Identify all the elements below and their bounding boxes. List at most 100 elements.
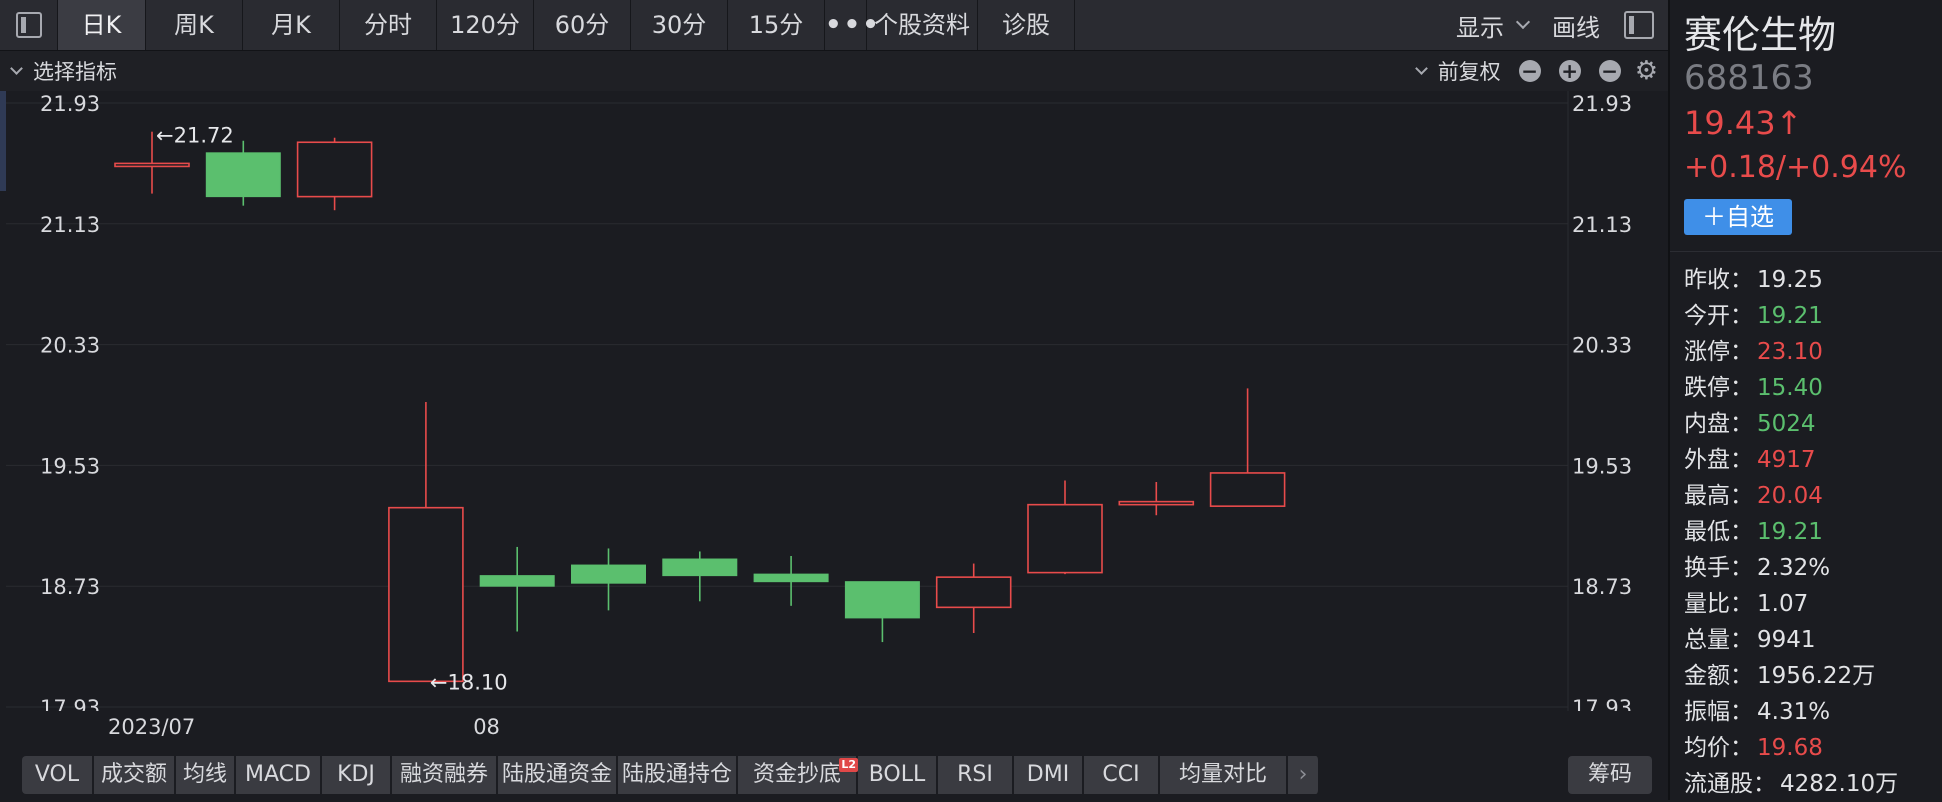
draw-line-button[interactable]: 画线 <box>1552 8 1600 43</box>
zoom-in-icon[interactable]: + <box>1558 60 1581 82</box>
tab-period-7[interactable]: 15分 <box>728 0 825 50</box>
chip-distribution-button[interactable]: 筹码 <box>1568 756 1652 794</box>
quote-label: 涨停： <box>1684 339 1753 365</box>
kline-chart[interactable]: 21.93 21.93 21.13 21.13 20.33 20.33 19.53 19.53… <box>0 91 1668 741</box>
tab-period-6[interactable]: 30分 <box>631 0 728 50</box>
quote-label: 流通股： <box>1684 771 1776 797</box>
quote-value: 15.40 <box>1757 375 1823 401</box>
indicator-select-label: 选择指标 <box>33 60 117 84</box>
quote-value: 23.10 <box>1757 339 1823 365</box>
stock-code: 688163 <box>1684 58 1814 98</box>
quote-label: 金额： <box>1684 663 1753 689</box>
quote-value: 4282.10万 <box>1780 771 1899 797</box>
indicator-tab-9[interactable]: BOLL <box>858 756 938 794</box>
quote-value: 19.68 <box>1757 735 1823 761</box>
quote-label: 跌停： <box>1684 375 1753 401</box>
indicator-tab-11[interactable]: DMI <box>1014 756 1084 794</box>
candle-body-down <box>844 581 920 619</box>
panel-toggle-icon <box>1624 11 1654 39</box>
indicator-tab-8[interactable]: 资金抄底 L2 <box>738 756 858 794</box>
quote-panel: 赛伦生物 688163 19.43↑ +0.18/+0.94% ＋自选 昨收： 1… <box>1668 0 1942 800</box>
zoom-out-icon[interactable]: − <box>1518 60 1541 82</box>
y-tick-label-right: 20.33 <box>1572 334 1632 358</box>
toggle-right-panel-button[interactable] <box>1624 10 1654 40</box>
candle-body-up <box>296 141 373 198</box>
gear-icon[interactable]: ⚙ <box>1635 58 1658 84</box>
quote-label: 振幅： <box>1684 699 1753 725</box>
tab-period-2[interactable]: 月K <box>243 0 340 50</box>
quote-label: 昨收： <box>1684 267 1753 293</box>
indicator-label: MACD <box>245 762 311 787</box>
adjust-dropdown[interactable]: 前复权 <box>1438 56 1501 86</box>
indicator-label: DMI <box>1026 762 1070 787</box>
indicator-tab-5[interactable]: 融资融券 <box>392 756 498 794</box>
indicator-select-dropdown[interactable]: 选择指标 <box>10 51 117 91</box>
quote-label: 最低： <box>1684 519 1753 545</box>
indicator-tab-1[interactable]: 成交额 <box>94 756 176 794</box>
y-tick-label-left: 21.13 <box>40 213 100 237</box>
indicator-next-button[interactable]: › <box>1288 756 1320 794</box>
quote-label: 换手： <box>1684 555 1753 581</box>
x-axis-band <box>0 711 1668 741</box>
divider <box>1670 251 1942 252</box>
indicator-tab-2[interactable]: 均线 <box>176 756 236 794</box>
y-tick-label-left: 19.53 <box>40 454 100 478</box>
indicator-label: VOL <box>34 762 80 787</box>
quote-value: 4917 <box>1757 447 1816 473</box>
tab-period-1[interactable]: 周K <box>146 0 243 50</box>
panel-toggle-icon <box>16 12 42 38</box>
y-tick-label-left: 18.73 <box>40 575 100 599</box>
indicator-tab-6[interactable]: 陆股通资金 <box>498 756 618 794</box>
quote-row: 换手： 2.32% <box>1684 550 1898 586</box>
indicator-tab-13[interactable]: 均量对比 <box>1160 756 1288 794</box>
candle-body-down <box>479 575 555 587</box>
indicator-label: RSI <box>957 762 993 787</box>
indicator-label: BOLL <box>868 762 926 787</box>
indicator-tab-0[interactable]: VOL <box>22 756 94 794</box>
quote-label: 内盘： <box>1684 411 1753 437</box>
chart-controls: 前复权 − + − ⚙ <box>1414 51 1668 91</box>
indicator-tabs: VOL 成交额 均线 MACD KDJ 融资融券 陆股通资金 陆股通持仓 资金抄底 L2 BOLL R… <box>22 756 1320 794</box>
indicator-tab-7[interactable]: 陆股通持仓 <box>618 756 738 794</box>
quote-value: 1956.22万 <box>1757 663 1876 689</box>
quote-row: 振幅： 4.31% <box>1684 694 1898 730</box>
indicator-tab-12[interactable]: CCI <box>1084 756 1160 794</box>
collapse-icon[interactable]: − <box>1598 60 1621 82</box>
chevron-down-icon <box>1515 14 1531 30</box>
l2-badge: L2 <box>839 758 858 772</box>
tab-period-5[interactable]: 60分 <box>534 0 631 50</box>
tab-period-4[interactable]: 120分 <box>437 0 534 50</box>
more-periods-button[interactable]: ••• <box>825 0 879 50</box>
y-tick-label-left: 20.33 <box>40 334 100 358</box>
x-axis-label: 2023/07 <box>108 715 195 739</box>
tab-period-3[interactable]: 分时 <box>340 0 437 50</box>
tab-period-9[interactable]: 个股资料 <box>867 0 978 50</box>
price-annotation: ←18.10 <box>430 670 508 694</box>
period-toolbar: 日K 周K 月K 分时 120分 60分 30分 15分 ••• 个股资料 诊股 显示 画线 <box>0 0 1668 51</box>
draw-line-label: 画线 <box>1552 13 1600 42</box>
add-watchlist-button[interactable]: ＋自选 <box>1684 199 1792 235</box>
quote-list: 昨收： 19.25 今开： 19.21 涨停： 23.10 跌停： 15.40 内盘： 5024 外… <box>1684 262 1898 802</box>
indicator-label: 成交额 <box>100 762 167 787</box>
toggle-left-panel-button[interactable] <box>0 0 58 50</box>
quote-row: 涨停： 23.10 <box>1684 334 1898 370</box>
candle-body-up <box>114 162 190 168</box>
indicator-label: 陆股通资金 <box>501 762 612 787</box>
candle-body-up <box>388 506 464 683</box>
quote-value: 1.07 <box>1757 591 1809 617</box>
indicator-bar: VOL 成交额 均线 MACD KDJ 融资融券 陆股通资金 陆股通持仓 资金抄底 L2 BOLL R… <box>0 752 1668 800</box>
indicator-label: 陆股通持仓 <box>621 762 732 787</box>
display-dropdown[interactable]: 显示 <box>1456 8 1531 43</box>
chevron-down-icon <box>1414 62 1428 75</box>
indicator-tab-4[interactable]: KDJ <box>322 756 392 794</box>
quote-row: 最低： 19.21 <box>1684 514 1898 550</box>
indicator-tab-10[interactable]: RSI <box>938 756 1014 794</box>
quote-row: 昨收： 19.25 <box>1684 262 1898 298</box>
indicator-label: 均线 <box>182 762 227 787</box>
candle-body-up <box>1027 503 1103 574</box>
candle-body-down <box>662 558 738 577</box>
indicator-tab-3[interactable]: MACD <box>236 756 322 794</box>
tab-period-10[interactable]: 诊股 <box>978 0 1075 50</box>
tab-period-0[interactable]: 日K <box>58 0 146 50</box>
candle-body-up <box>935 576 1012 609</box>
